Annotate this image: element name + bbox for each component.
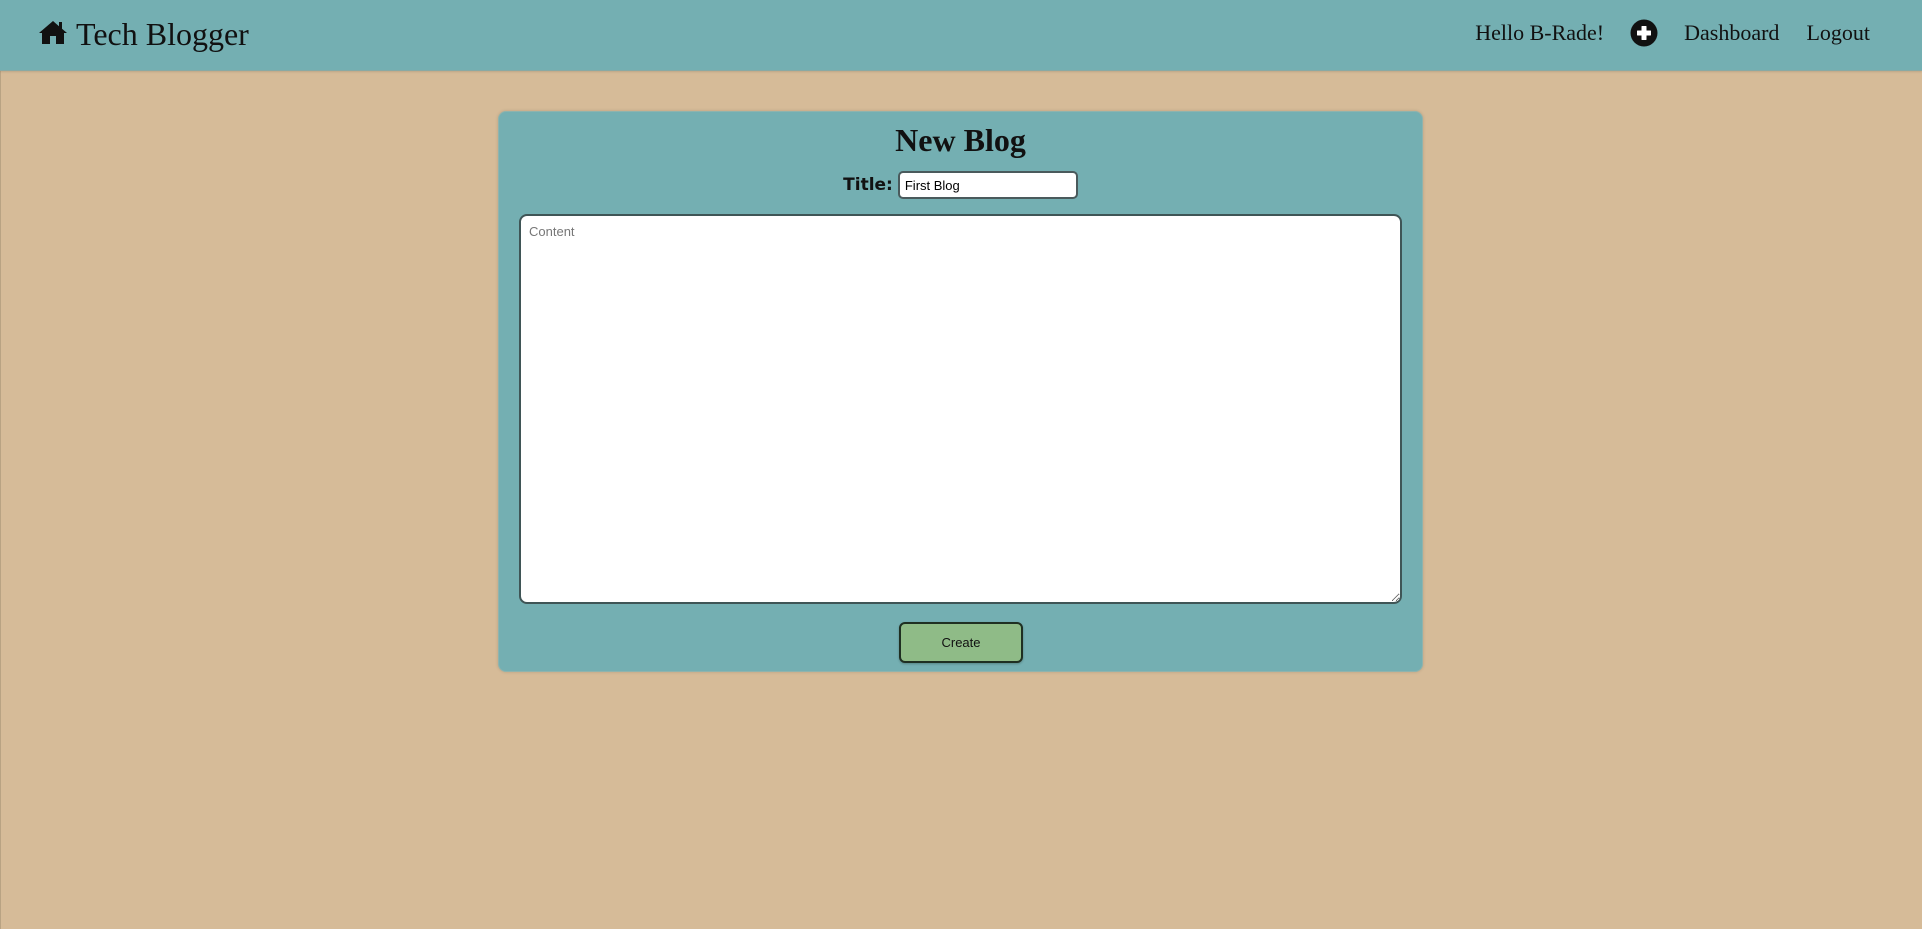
title-row: Title:	[499, 171, 1422, 199]
user-greeting: Hello B-Rade!	[1475, 20, 1605, 45]
form-heading: New Blog	[895, 122, 1026, 158]
new-blog-form: New Blog Title: Create	[498, 111, 1423, 672]
nav-menu: Hello B-Rade! Dashboard Logout	[1475, 19, 1870, 47]
home-icon	[38, 19, 76, 50]
home-link[interactable]: Tech Blogger	[38, 14, 249, 54]
brand-title: Tech Blogger	[76, 16, 249, 52]
title-label: Title:	[843, 175, 893, 195]
plus-circle-icon[interactable]	[1630, 19, 1658, 47]
dashboard-link[interactable]: Dashboard	[1684, 20, 1779, 46]
content-textarea[interactable]	[519, 214, 1402, 604]
navbar: Tech Blogger Hello B-Rade! Dashboard Log…	[0, 0, 1922, 71]
create-button[interactable]: Create	[899, 622, 1023, 663]
logout-link[interactable]: Logout	[1806, 20, 1870, 46]
title-input[interactable]	[897, 171, 1078, 199]
